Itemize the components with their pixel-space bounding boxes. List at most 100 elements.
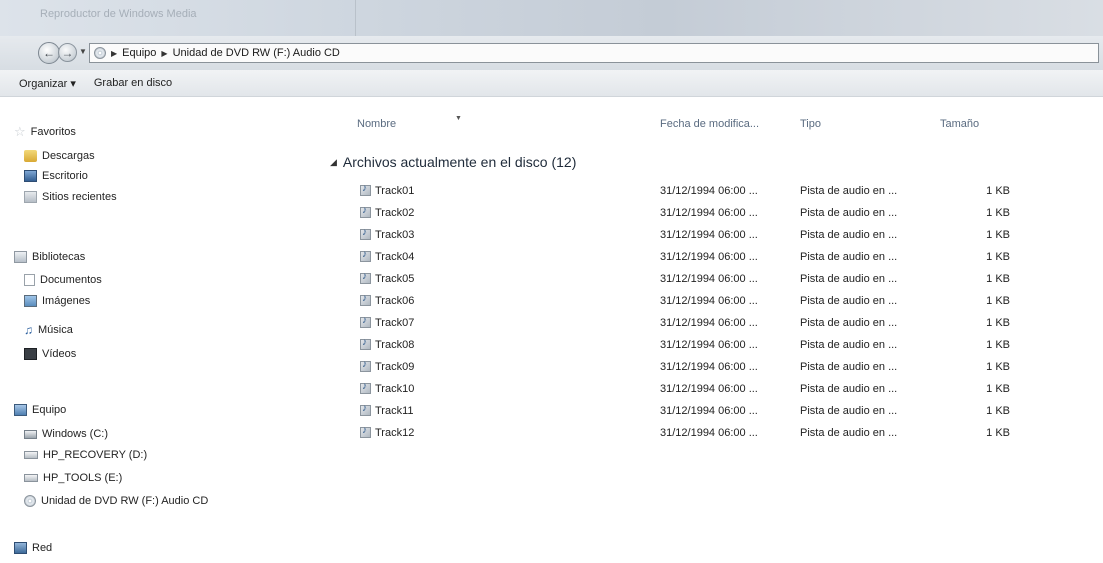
sidebar-item-label: Imágenes — [42, 295, 91, 307]
back-arrow-icon: ← — [43, 46, 55, 60]
sidebar-item-label: Bibliotecas — [32, 251, 86, 263]
sidebar-item-documents[interactable]: Documentos — [24, 274, 102, 286]
sort-indicator-icon: ▼ — [455, 115, 462, 122]
file-type: Pista de audio en ... — [800, 361, 898, 373]
table-row[interactable]: Track11 31/12/1994 06:00 ... Pista de au… — [330, 401, 1103, 421]
file-list: ▼ Nombre Fecha de modifica... Tipo Tamañ… — [330, 97, 1103, 563]
address-bar[interactable]: ▶ Equipo ▶ Unidad de DVD RW (F:) Audio C… — [89, 43, 1099, 63]
table-row[interactable]: Track05 31/12/1994 06:00 ... Pista de au… — [330, 269, 1103, 289]
sidebar-item-music[interactable]: ♫ Música — [24, 324, 73, 336]
sidebar-item-label: Vídeos — [42, 348, 77, 360]
sidebar-item-recent-places[interactable]: Sitios recientes — [24, 191, 117, 203]
file-size: 1 KB — [986, 383, 1010, 395]
file-date: 31/12/1994 06:00 ... — [660, 295, 758, 307]
file-type: Pista de audio en ... — [800, 295, 898, 307]
sidebar-item-label: HP_TOOLS (E:) — [43, 472, 123, 484]
sidebar-item-drive-c[interactable]: Windows (C:) — [24, 428, 108, 440]
cd-drive-icon — [24, 495, 36, 507]
breadcrumb-separator-icon[interactable]: ▶ — [111, 49, 117, 58]
cd-drive-icon — [94, 47, 106, 59]
file-name: Track10 — [375, 383, 415, 395]
table-row[interactable]: Track03 31/12/1994 06:00 ... Pista de au… — [330, 225, 1103, 245]
file-size: 1 KB — [986, 339, 1010, 351]
downloads-folder-icon — [24, 150, 37, 162]
file-type: Pista de audio en ... — [800, 317, 898, 329]
audio-track-icon — [360, 249, 371, 262]
file-size: 1 KB — [986, 427, 1010, 439]
sidebar-item-drive-e[interactable]: HP_TOOLS (E:) — [24, 472, 122, 484]
audio-track-icon — [360, 403, 371, 416]
windows-drive-icon — [24, 429, 37, 439]
table-row[interactable]: Track10 31/12/1994 06:00 ... Pista de au… — [330, 379, 1103, 399]
organize-button[interactable]: Organizar ▾ — [19, 77, 76, 90]
breadcrumb-item-equipo[interactable]: Equipo — [122, 47, 156, 59]
sidebar-item-pictures[interactable]: Imágenes — [24, 295, 90, 307]
audio-track-icon — [360, 381, 371, 394]
documents-icon — [24, 274, 35, 286]
forward-button[interactable]: → — [58, 43, 77, 62]
table-row[interactable]: Track01 31/12/1994 06:00 ... Pista de au… — [330, 181, 1103, 201]
sidebar-item-label: Equipo — [32, 404, 67, 416]
group-header[interactable]: ◢ Archivos actualmente en el disco (12) — [330, 151, 576, 173]
column-header-name[interactable]: Nombre — [357, 118, 396, 130]
audio-track-icon — [360, 359, 371, 372]
table-row[interactable]: Track12 31/12/1994 06:00 ... Pista de au… — [330, 423, 1103, 443]
file-name: Track12 — [375, 427, 415, 439]
sidebar-item-label: HP_RECOVERY (D:) — [43, 449, 148, 461]
sidebar-item-label: Sitios recientes — [42, 191, 117, 203]
column-header-type[interactable]: Tipo — [800, 118, 821, 130]
file-name: Track07 — [375, 317, 415, 329]
pictures-icon — [24, 295, 37, 307]
audio-track-icon — [360, 293, 371, 306]
file-date: 31/12/1994 06:00 ... — [660, 427, 758, 439]
breadcrumb-separator-icon[interactable]: ▶ — [161, 49, 167, 58]
column-header-date[interactable]: Fecha de modifica... — [660, 118, 759, 130]
column-header-size[interactable]: Tamaño — [940, 118, 979, 130]
sidebar-item-downloads[interactable]: Descargas — [24, 150, 95, 162]
file-name: Track06 — [375, 295, 415, 307]
table-row[interactable]: Track02 31/12/1994 06:00 ... Pista de au… — [330, 203, 1103, 223]
title-divider — [355, 0, 356, 36]
sidebar-item-label: Windows (C:) — [42, 428, 109, 440]
sidebar-item-desktop[interactable]: Escritorio — [24, 170, 88, 182]
file-size: 1 KB — [986, 273, 1010, 285]
sidebar-item-label: Descargas — [42, 150, 95, 162]
recent-pages-dropdown[interactable]: ▼ — [79, 47, 87, 56]
file-date: 31/12/1994 06:00 ... — [660, 185, 758, 197]
desktop-icon — [24, 170, 37, 182]
title-bar: Reproductor de Windows Media — [0, 0, 1103, 36]
table-row[interactable]: Track07 31/12/1994 06:00 ... Pista de au… — [330, 313, 1103, 333]
table-row[interactable]: Track08 31/12/1994 06:00 ... Pista de au… — [330, 335, 1103, 355]
video-icon — [24, 348, 37, 360]
sidebar-item-libraries[interactable]: Bibliotecas — [14, 251, 85, 263]
collapse-group-icon[interactable]: ◢ — [330, 157, 337, 168]
back-button[interactable]: ← — [38, 42, 60, 64]
breadcrumb-item-dvd-drive[interactable]: Unidad de DVD RW (F:) Audio CD — [173, 47, 340, 59]
sidebar-item-drive-f[interactable]: Unidad de DVD RW (F:) Audio CD — [24, 495, 208, 507]
file-size: 1 KB — [986, 207, 1010, 219]
group-label: Archivos actualmente en el disco (12) — [342, 154, 577, 170]
sidebar-item-favorites[interactable]: ☆ Favoritos — [14, 125, 76, 138]
computer-icon — [14, 404, 27, 416]
table-row[interactable]: Track06 31/12/1994 06:00 ... Pista de au… — [330, 291, 1103, 311]
command-bar: Organizar ▾ Grabar en disco — [0, 70, 1103, 97]
file-type: Pista de audio en ... — [800, 273, 898, 285]
file-date: 31/12/1994 06:00 ... — [660, 273, 758, 285]
file-type: Pista de audio en ... — [800, 251, 898, 263]
sidebar-item-network[interactable]: Red — [14, 542, 52, 554]
table-row[interactable]: Track04 31/12/1994 06:00 ... Pista de au… — [330, 247, 1103, 267]
sidebar-item-computer[interactable]: Equipo — [14, 404, 66, 416]
file-date: 31/12/1994 06:00 ... — [660, 317, 758, 329]
audio-track-icon — [360, 315, 371, 328]
file-type: Pista de audio en ... — [800, 185, 898, 197]
file-type: Pista de audio en ... — [800, 207, 898, 219]
sidebar-item-drive-d[interactable]: HP_RECOVERY (D:) — [24, 449, 147, 461]
hard-drive-icon — [24, 474, 38, 482]
burn-to-disc-button[interactable]: Grabar en disco — [94, 77, 172, 89]
table-row[interactable]: Track09 31/12/1994 06:00 ... Pista de au… — [330, 357, 1103, 377]
sidebar-item-videos[interactable]: Vídeos — [24, 348, 76, 360]
file-date: 31/12/1994 06:00 ... — [660, 229, 758, 241]
sidebar-item-label: Favoritos — [30, 126, 76, 138]
file-type: Pista de audio en ... — [800, 339, 898, 351]
audio-track-icon — [360, 271, 371, 284]
